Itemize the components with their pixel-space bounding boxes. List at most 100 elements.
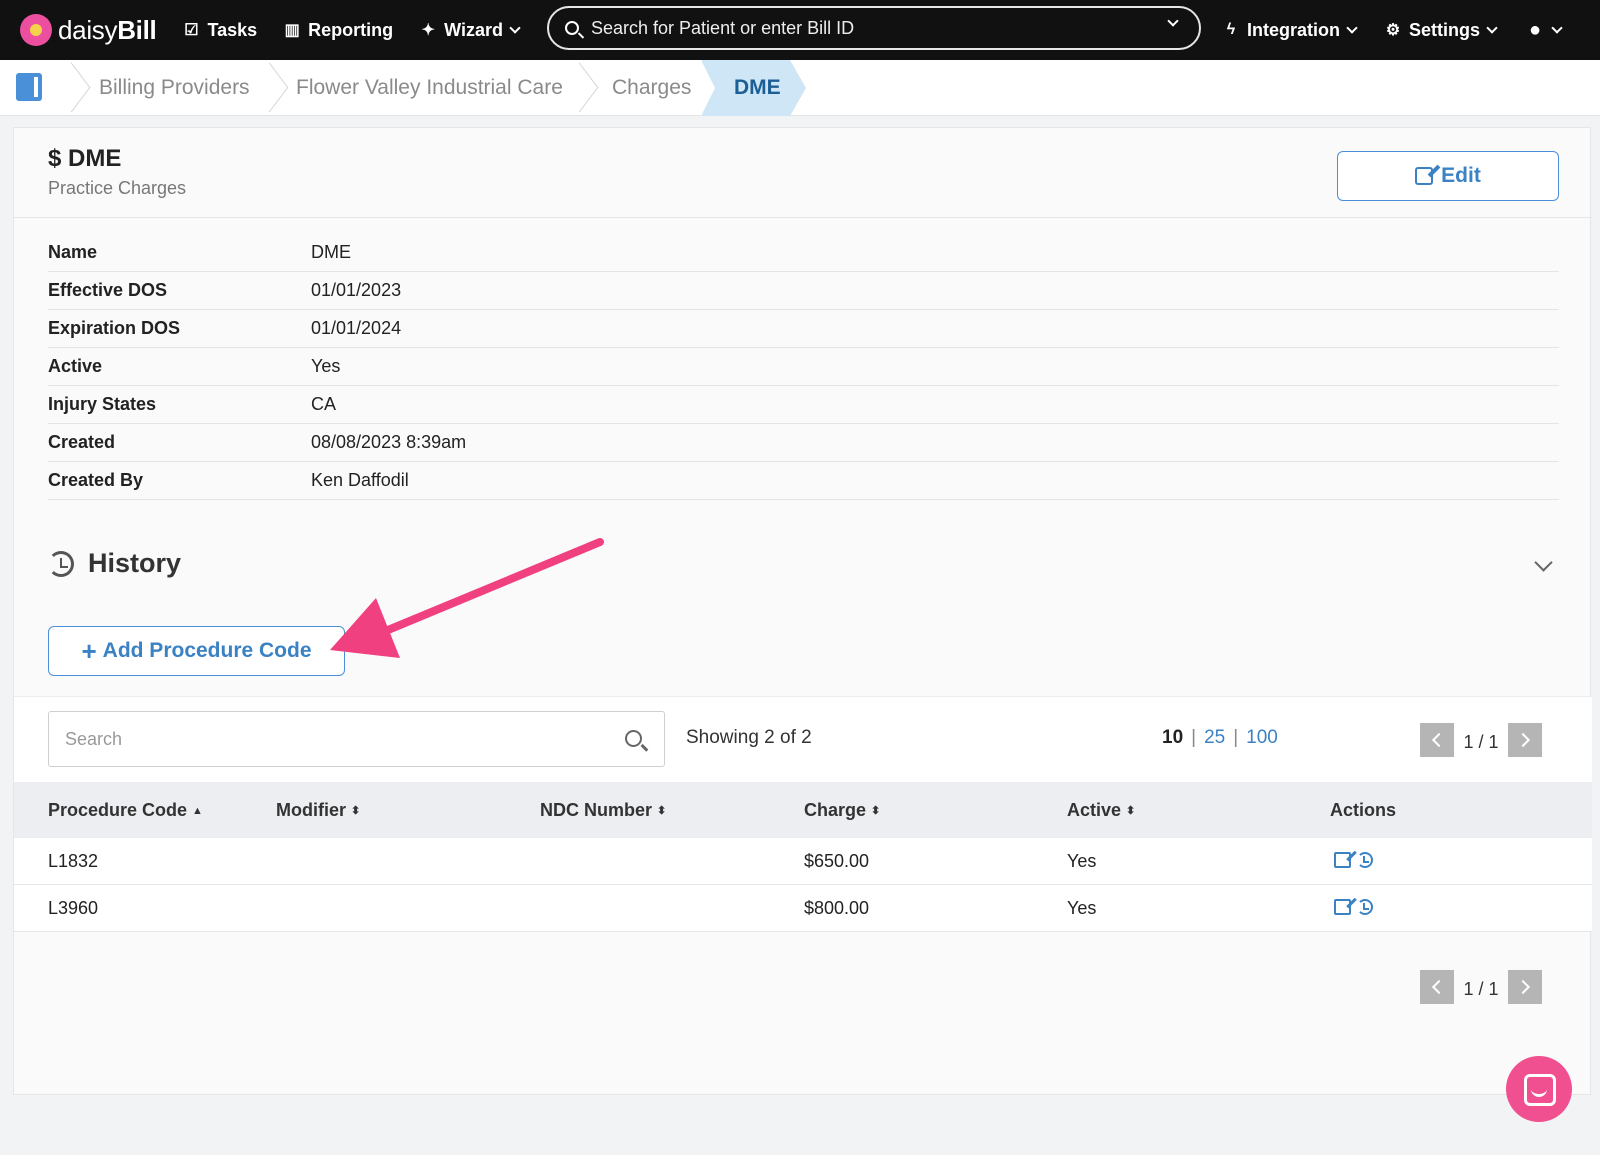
sort-icon: ⬍ [871, 805, 881, 817]
global-search-input[interactable]: Search for Patient or enter Bill ID [547, 6, 1201, 50]
column-header-charge[interactable]: Charge ⬍ [804, 782, 880, 839]
breadcrumb-billing-providers[interactable]: Billing Providers [99, 60, 250, 116]
edit-icon [1415, 167, 1434, 185]
user-menu[interactable]: ● [1526, 18, 1563, 42]
add-procedure-code-button[interactable]: + Add Procedure Code [48, 626, 345, 676]
column-header-procedure-code[interactable]: Procedure Code ▲ [48, 782, 203, 839]
cell-active: Yes [1067, 898, 1097, 918]
column-header-label: Modifier [276, 800, 346, 820]
page-size-divider: | [1233, 727, 1239, 748]
cell-procedure-code: L1832 [48, 851, 99, 871]
next-page-button[interactable] [1508, 970, 1542, 1004]
chevron-down-icon [1346, 21, 1358, 34]
page-size-option[interactable]: 100 [1246, 727, 1278, 749]
previous-page-button[interactable] [1420, 970, 1454, 1004]
magic-wand-icon: ✦ [421, 22, 435, 39]
breadcrumb-current-label: DME [734, 76, 781, 99]
nav-wizard-label: Wizard [444, 19, 503, 40]
breadcrumb-charges[interactable]: Charges [612, 60, 691, 116]
sort-icon: ⬍ [1126, 805, 1136, 817]
table-header: Procedure Code ▲ Modifier ⬍ NDC Number ⬍ Ch… [14, 782, 1592, 838]
nav-reporting[interactable]: ▥ Reporting [283, 20, 394, 41]
breadcrumb-separator [260, 60, 280, 116]
edit-icon[interactable] [1334, 852, 1351, 868]
nav-tasks-label: Tasks [207, 19, 258, 40]
search-icon [565, 21, 579, 35]
daisybill-logo[interactable]: daisyBill [20, 14, 157, 46]
detail-row: Active Yes [48, 348, 1559, 386]
home-sidebar-toggle-icon[interactable] [16, 73, 42, 101]
page-indicator: 1 / 1 [1463, 731, 1499, 752]
edit-button-label: Edit [1441, 164, 1481, 187]
detail-label: Injury States [48, 394, 157, 414]
detail-value: CA [311, 394, 337, 414]
sort-asc-icon: ▲ [192, 805, 203, 817]
table-search-input[interactable] [65, 726, 585, 752]
plus-icon: + [81, 635, 97, 666]
chat-support-button[interactable] [1506, 1056, 1572, 1122]
detail-row: Name DME [48, 234, 1559, 272]
history-icon[interactable] [1357, 852, 1373, 868]
chevron-down-icon[interactable] [1167, 15, 1179, 27]
card-header: $ DME Practice Charges Edit [14, 128, 1592, 218]
charge-card: $ DME Practice Charges Edit Name DME Effe… [13, 127, 1592, 1095]
table-toolbar: Showing 2 of 2 10 | 25 | 100 1 / 1 [14, 696, 1592, 782]
nav-wizard[interactable]: ✦ Wizard [419, 19, 521, 41]
brand-suffix: Bill [117, 14, 157, 45]
breadcrumb-provider[interactable]: Flower Valley Industrial Care [296, 60, 563, 116]
column-header-modifier[interactable]: Modifier ⬍ [276, 782, 360, 839]
page-subtitle: Practice Charges [48, 178, 187, 198]
global-search-placeholder: Search for Patient or enter Bill ID [591, 17, 855, 38]
detail-value: Ken Daffodil [311, 470, 409, 490]
detail-row: Created 08/08/2023 8:39am [48, 424, 1559, 462]
table-search-field[interactable] [48, 711, 665, 767]
detail-row: Created By Ken Daffodil [48, 462, 1559, 500]
page-size-selector: 10 | 25 | 100 [1162, 727, 1278, 749]
column-header-ndc-number[interactable]: NDC Number ⬍ [540, 782, 666, 839]
history-toggle[interactable]: History [48, 548, 181, 579]
pagination-bottom: 1 / 1 [1420, 970, 1542, 1004]
chevron-down-icon [509, 21, 521, 34]
breadcrumb: Billing Providers Flower Valley Industri… [0, 60, 1600, 116]
page-size-option[interactable]: 10 [1162, 727, 1183, 749]
breadcrumb-separator [570, 60, 590, 116]
previous-page-button[interactable] [1420, 723, 1454, 757]
detail-label: Created By [48, 470, 144, 490]
nav-integration-label: Integration [1247, 19, 1340, 40]
chevron-down-icon [1551, 21, 1563, 34]
nav-tasks[interactable]: ☑ Tasks [182, 20, 257, 41]
pagination-top: 1 / 1 [1420, 723, 1542, 757]
chevron-down-icon[interactable] [1534, 553, 1553, 572]
chevron-down-icon [1486, 21, 1498, 34]
details-list: Name DME Effective DOS 01/01/2023 Expirati… [48, 234, 1559, 500]
column-header-label: Active [1067, 800, 1122, 820]
row-actions [1334, 852, 1373, 868]
nav-settings[interactable]: ⚙ Settings [1384, 20, 1498, 41]
row-actions [1334, 899, 1373, 915]
lightning-bolt-icon: ϟ [1226, 21, 1236, 38]
column-header-label: NDC Number [540, 800, 653, 820]
detail-row: Expiration DOS 01/01/2024 [48, 310, 1559, 348]
column-header-actions: Actions [1330, 800, 1397, 820]
edit-icon[interactable] [1334, 899, 1351, 915]
edit-button[interactable]: Edit [1337, 151, 1559, 201]
cell-charge: $800.00 [804, 898, 870, 918]
history-icon [48, 550, 74, 577]
column-header-label: Charge [804, 800, 867, 820]
daisy-flower-icon [20, 14, 52, 46]
detail-value: Yes [311, 356, 341, 376]
next-page-button[interactable] [1508, 723, 1542, 757]
column-header-active[interactable]: Active ⬍ [1067, 782, 1135, 839]
detail-label: Expiration DOS [48, 318, 181, 338]
page-size-divider: | [1191, 727, 1197, 748]
page-title: $ DME [48, 145, 122, 172]
user-circle-icon: ● [1528, 18, 1542, 41]
search-icon[interactable] [625, 730, 642, 747]
history-icon[interactable] [1357, 899, 1373, 915]
page-indicator: 1 / 1 [1463, 978, 1499, 999]
page-size-option[interactable]: 25 [1204, 727, 1225, 749]
detail-row: Injury States CA [48, 386, 1559, 424]
detail-label: Active [48, 356, 103, 376]
sort-icon: ⬍ [657, 805, 667, 817]
nav-integration[interactable]: ϟ Integration [1222, 19, 1358, 41]
